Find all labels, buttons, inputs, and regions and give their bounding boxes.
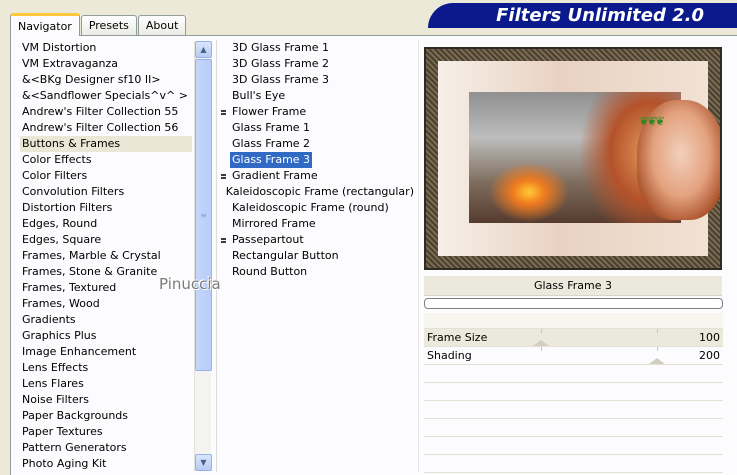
preview-photo: ❦❦❦ xyxy=(469,92,720,223)
filter-item[interactable]: Kaleidoscopic Frame (round) xyxy=(221,200,416,216)
grip-icon: ≡ xyxy=(200,210,207,220)
empty-parameter-row xyxy=(424,401,723,419)
scroll-down-arrow-icon[interactable]: ▼ xyxy=(195,454,212,471)
filter-item-label: Glass Frame 2 xyxy=(232,137,311,150)
filter-item[interactable]: Rectangular Button xyxy=(221,248,416,264)
category-item[interactable]: Photo Aging Kit xyxy=(20,456,192,472)
category-item[interactable]: Lens Effects xyxy=(20,360,192,376)
category-item[interactable]: Pattern Generators xyxy=(20,440,192,456)
filter-item-label: Rectangular Button xyxy=(232,249,339,262)
slider-knob-icon[interactable] xyxy=(649,358,665,364)
filter-item-label: 3D Glass Frame 2 xyxy=(232,57,330,70)
filter-list: 3D Glass Frame 1 3D Glass Frame 2 3D Glass… xyxy=(221,40,416,280)
category-item[interactable]: Paper Textures xyxy=(20,424,192,440)
category-item[interactable]: Edges, Square xyxy=(20,232,192,248)
submenu-marker-icon xyxy=(221,109,230,115)
tab-about[interactable]: About xyxy=(137,15,187,35)
empty-parameter-row xyxy=(424,455,723,473)
scrollbar-thumb[interactable]: ≡ xyxy=(195,59,212,371)
slider-tick xyxy=(541,329,542,333)
preview-filter-name: Glass Frame 3 xyxy=(424,276,722,296)
empty-parameter-row xyxy=(424,365,723,383)
filter-item[interactable]: Round Button xyxy=(221,264,416,280)
parameter-label: Frame Size xyxy=(427,331,488,344)
filter-item-label: Flower Frame xyxy=(232,105,307,118)
parameter-header-row xyxy=(424,313,723,329)
category-item[interactable]: Gradients xyxy=(20,312,192,328)
preview-divider xyxy=(418,40,419,472)
parameter-list: Frame Size 100 Shading 200 xyxy=(424,313,723,473)
parameter-value: 100 xyxy=(699,331,720,344)
category-item[interactable]: Image Enhancement xyxy=(20,344,192,360)
filter-item-label: Glass Frame 3 xyxy=(230,152,313,168)
category-item[interactable]: VM Extravaganza xyxy=(20,56,192,72)
filter-item-label: Kaleidoscopic Frame (round) xyxy=(232,201,389,214)
category-item[interactable]: Graphics Plus xyxy=(20,328,192,344)
parameter-label: Shading xyxy=(427,349,472,362)
submenu-marker-icon xyxy=(221,237,230,243)
empty-parameter-row xyxy=(424,437,723,455)
category-item[interactable]: Convolution Filters xyxy=(20,184,192,200)
filter-item[interactable]: Gradient Frame xyxy=(221,168,416,184)
filter-item[interactable]: 3D Glass Frame 2 xyxy=(221,56,416,72)
preview-image: ❦❦❦ xyxy=(424,47,722,270)
filter-item-label: Passepartout xyxy=(232,233,304,246)
filter-item-label: Mirrored Frame xyxy=(232,217,316,230)
tab-navigator[interactable]: Navigator xyxy=(10,13,80,36)
category-item[interactable]: &<BKg Designer sf10 II> xyxy=(20,72,192,88)
leaf-crown-icon: ❦❦❦ xyxy=(639,114,665,128)
filter-item[interactable]: Glass Frame 1 xyxy=(221,120,416,136)
watermark-text: Pinuccia xyxy=(159,275,221,293)
scroll-up-arrow-icon[interactable]: ▲ xyxy=(195,41,212,58)
filter-item-label: 3D Glass Frame 3 xyxy=(232,73,330,86)
filter-item-label: 3D Glass Frame 1 xyxy=(232,41,330,54)
category-item[interactable]: Noise Filters xyxy=(20,392,192,408)
tab-presets[interactable]: Presets xyxy=(80,15,137,35)
slider-tick xyxy=(657,329,658,333)
parameter-slider[interactable]: Frame Size 100 xyxy=(424,329,723,347)
filter-item-label: Glass Frame 1 xyxy=(232,121,311,134)
category-scrollbar[interactable]: ▲ ≡ ▼ xyxy=(194,41,212,471)
filter-item[interactable]: Glass Frame 3 xyxy=(221,152,416,168)
tab-bar: Navigator Presets About xyxy=(10,13,187,36)
category-item[interactable]: Color Effects xyxy=(20,152,192,168)
category-item[interactable]: Distortion Filters xyxy=(20,200,192,216)
filter-item[interactable]: 3D Glass Frame 3 xyxy=(221,72,416,88)
slider-knob-icon[interactable] xyxy=(533,340,549,346)
progress-bar xyxy=(424,298,723,309)
list-divider xyxy=(216,40,217,472)
filter-item[interactable]: Passepartout xyxy=(221,232,416,248)
category-item[interactable]: Color Filters xyxy=(20,168,192,184)
filter-item-label: Kaleidoscopic Frame (rectangular) xyxy=(225,185,414,198)
category-list: VM Distortion VM Extravaganza &<BKg Design… xyxy=(20,40,192,472)
category-item[interactable]: Andrew's Filter Collection 56 xyxy=(20,120,192,136)
category-item[interactable]: Frames, Marble & Crystal xyxy=(20,248,192,264)
app-title-banner: Filters Unlimited 2.0 xyxy=(428,3,737,28)
category-item[interactable]: &<Sandflower Specials^v^ > xyxy=(20,88,192,104)
submenu-marker-icon xyxy=(221,173,230,179)
category-item[interactable]: Edges, Round xyxy=(20,216,192,232)
filter-item-label: Round Button xyxy=(232,265,308,278)
filter-item-label: Gradient Frame xyxy=(232,169,318,182)
parameter-value: 200 xyxy=(699,349,720,362)
filter-item[interactable]: 3D Glass Frame 1 xyxy=(221,40,416,56)
slider-tick xyxy=(657,347,658,351)
slider-tick xyxy=(541,347,542,351)
category-item[interactable]: Buttons & Frames xyxy=(20,136,192,152)
filter-item[interactable]: Glass Frame 2 xyxy=(221,136,416,152)
empty-parameter-row xyxy=(424,383,723,401)
empty-parameter-row xyxy=(424,419,723,437)
filter-item[interactable]: Bull's Eye xyxy=(221,88,416,104)
category-item[interactable]: Lens Flares xyxy=(20,376,192,392)
filter-item[interactable]: Kaleidoscopic Frame (rectangular) xyxy=(221,184,416,200)
parameter-slider[interactable]: Shading 200 xyxy=(424,347,723,365)
filter-item[interactable]: Flower Frame xyxy=(221,104,416,120)
category-item[interactable]: VM Distortion xyxy=(20,40,192,56)
category-item[interactable]: Andrew's Filter Collection 55 xyxy=(20,104,192,120)
category-item[interactable]: Paper Backgrounds xyxy=(20,408,192,424)
category-item[interactable]: Frames, Wood xyxy=(20,296,192,312)
filter-item-label: Bull's Eye xyxy=(232,89,286,102)
filter-item[interactable]: Mirrored Frame xyxy=(221,216,416,232)
